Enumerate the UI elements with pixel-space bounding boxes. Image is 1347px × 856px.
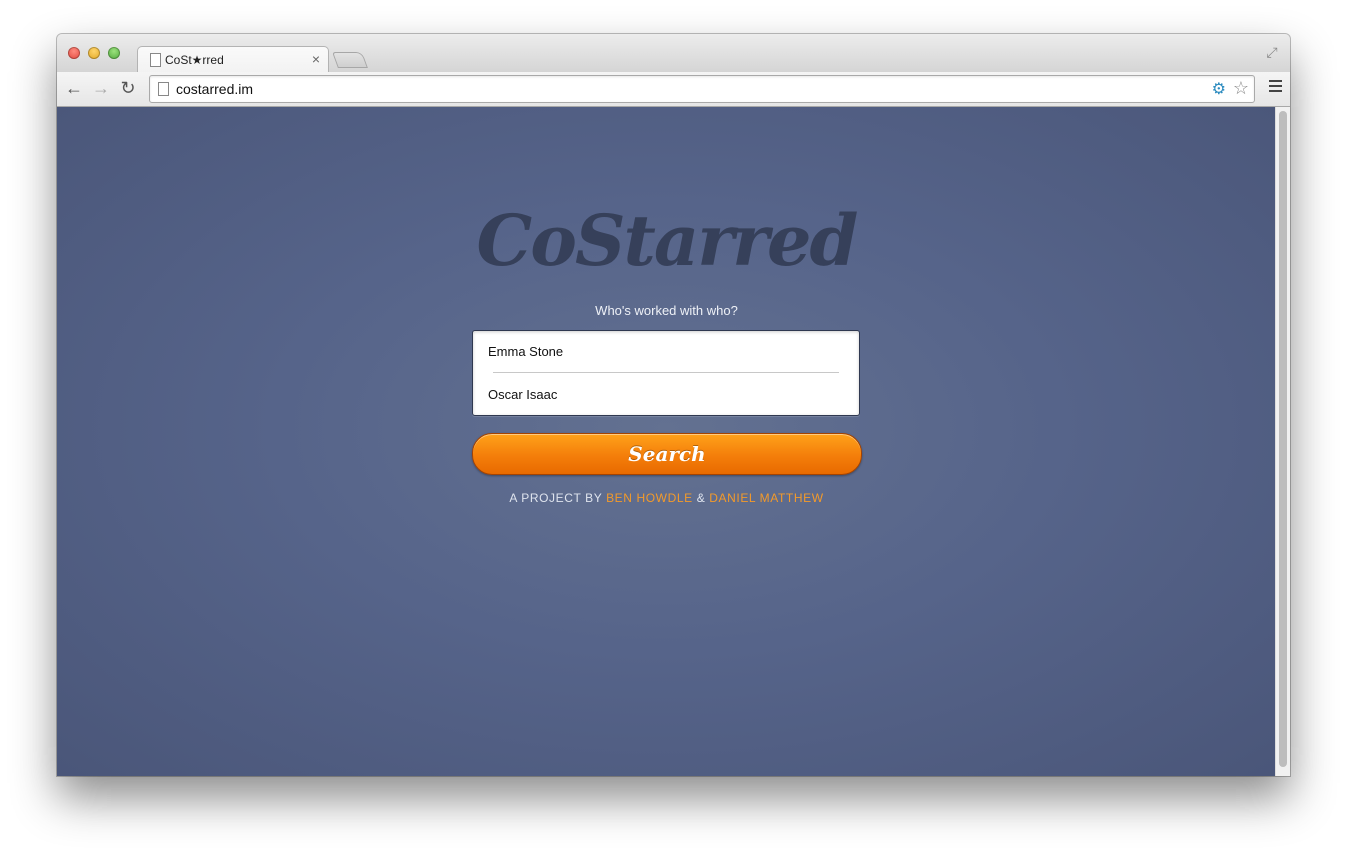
close-window-button[interactable]: [68, 47, 80, 59]
credits: A PROJECT BY BEN HOWDLE & DANIEL MATTHEW: [57, 491, 1276, 505]
search-button[interactable]: Search: [472, 433, 862, 475]
address-bar[interactable]: costarred.im ⚙ ☆: [149, 75, 1255, 103]
actor-search-box: [472, 330, 860, 416]
credit-link-daniel-matthew[interactable]: DANIEL MATTHEW: [709, 491, 823, 505]
hamburger-menu-icon[interactable]: [1269, 80, 1282, 95]
back-arrow-icon[interactable]: ←: [63, 77, 85, 99]
page-viewport: CoStarred Who's worked with who? Search …: [57, 107, 1276, 776]
tab-title: CoSt★rred: [165, 53, 224, 67]
input-divider: [493, 372, 839, 373]
extension-icon[interactable]: ⚙: [1212, 79, 1226, 99]
maximize-window-button[interactable]: [108, 47, 120, 59]
actor-2-input[interactable]: [488, 382, 840, 406]
credits-prefix: A PROJECT BY: [509, 491, 603, 505]
page-icon: [150, 53, 161, 67]
browser-toolbar: ← → ↻ costarred.im ⚙ ☆: [57, 72, 1290, 107]
title-bar: CoSt★rred × ⤢: [57, 34, 1290, 73]
credit-link-ben-howdle[interactable]: BEN HOWDLE: [606, 491, 693, 505]
browser-tab[interactable]: CoSt★rred ×: [137, 46, 329, 73]
reload-icon[interactable]: ↻: [117, 77, 139, 99]
bookmark-star-icon[interactable]: ☆: [1233, 78, 1249, 99]
url-text[interactable]: costarred.im: [176, 81, 253, 97]
new-tab-button[interactable]: [332, 52, 368, 68]
browser-window: CoSt★rred × ⤢ ← → ↻ costarred.im ⚙ ☆ CoS…: [57, 34, 1290, 776]
tagline: Who's worked with who?: [595, 303, 738, 318]
credits-separator: &: [696, 491, 706, 505]
scrollbar-thumb[interactable]: [1279, 111, 1287, 767]
minimize-window-button[interactable]: [88, 47, 100, 59]
vertical-scrollbar[interactable]: [1275, 107, 1290, 776]
actor-1-input[interactable]: [488, 339, 840, 363]
site-logo: CoStarred: [476, 199, 859, 282]
forward-arrow-icon[interactable]: →: [90, 77, 112, 99]
page-icon: [158, 82, 169, 96]
close-tab-icon[interactable]: ×: [312, 51, 320, 67]
fullscreen-icon[interactable]: ⤢: [1264, 44, 1280, 60]
